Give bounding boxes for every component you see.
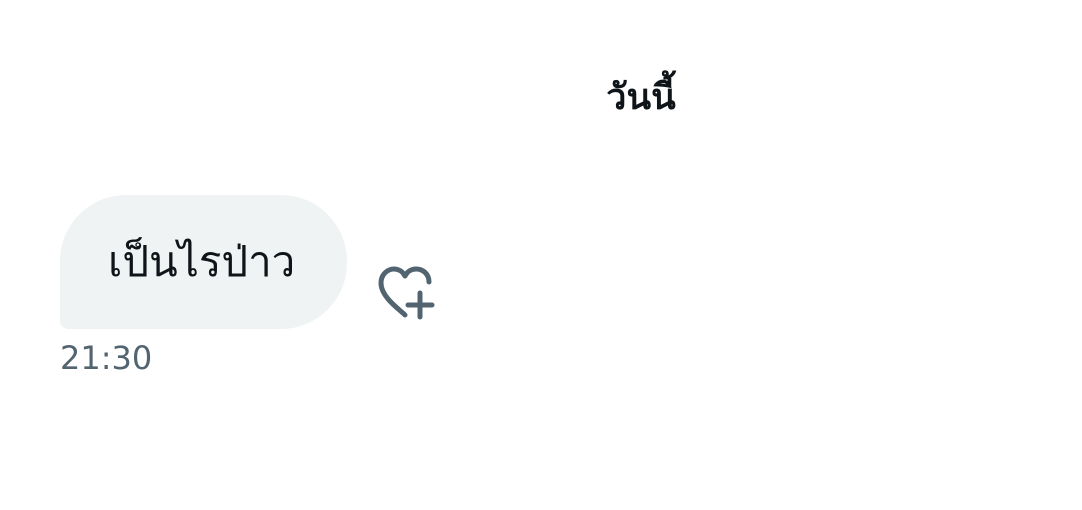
date-separator: วันนี้	[606, 77, 676, 118]
message-timestamp: 21:30	[60, 339, 153, 377]
conversation-area: วันนี้ เป็นไรป่าว 21:30	[0, 0, 1082, 510]
heart-plus-icon	[373, 261, 437, 325]
message-text: เป็นไรป่าว	[108, 237, 296, 286]
message-bubble[interactable]: เป็นไรป่าว	[60, 195, 348, 329]
add-reaction-button[interactable]	[373, 261, 437, 325]
message-row: เป็นไรป่าว	[60, 195, 437, 329]
